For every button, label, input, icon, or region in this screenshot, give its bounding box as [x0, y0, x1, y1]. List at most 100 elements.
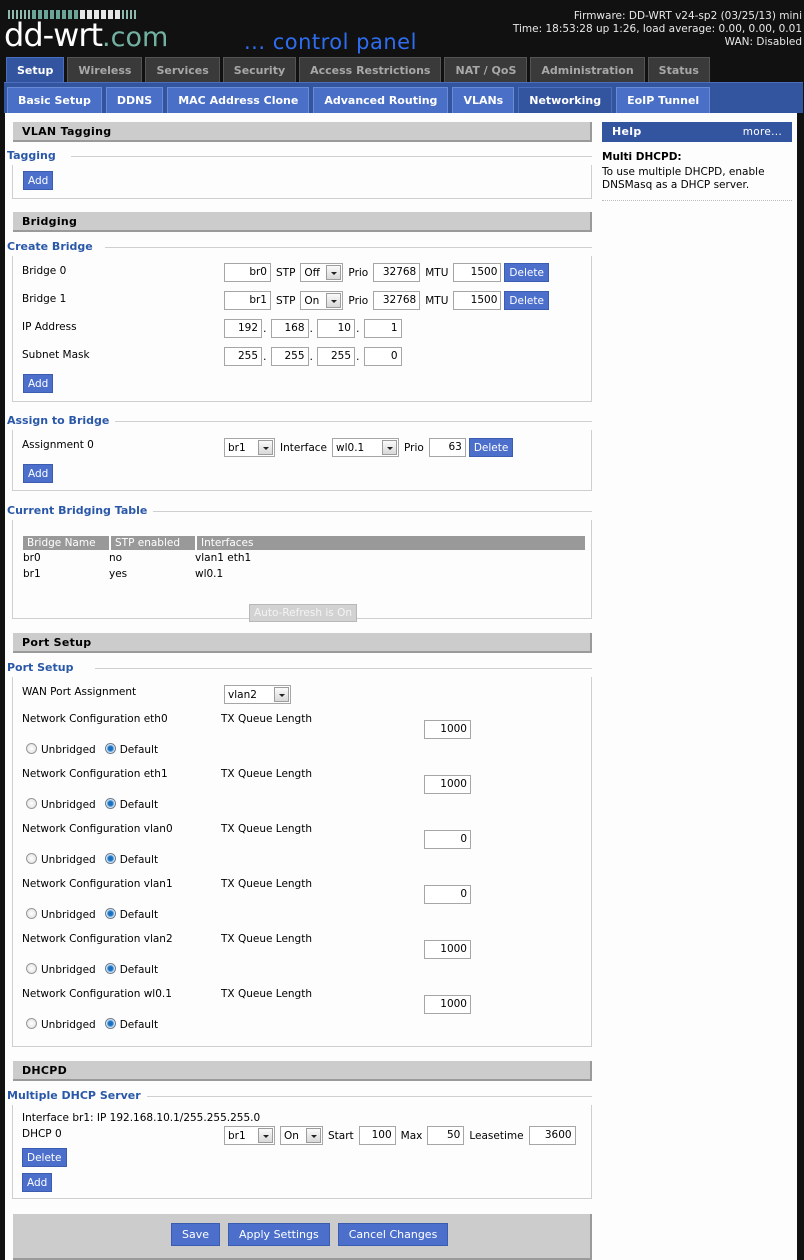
unbridged-radio[interactable]	[26, 798, 37, 809]
subtab-vlans[interactable]: VLANs	[452, 87, 515, 113]
netcfg-wl0-1-mode: Unbridged Default	[26, 1018, 158, 1031]
default-radio[interactable]	[104, 908, 116, 919]
netcfg-eth1-tx-input[interactable]: 1000	[424, 775, 471, 794]
ip-octet-4[interactable]: 1	[363, 319, 402, 338]
help-more-link[interactable]: more...	[743, 122, 782, 142]
subtab-basic-setup[interactable]: Basic Setup	[7, 87, 102, 113]
bridge-1-mtu-input[interactable]: 1500	[453, 291, 502, 310]
dhcp-start-input[interactable]: 100	[358, 1126, 396, 1145]
dhcp-delete-button[interactable]: Delete	[22, 1148, 67, 1167]
tagging-add-button[interactable]: Add	[23, 171, 54, 190]
bridge-0-prio-input[interactable]: 32768	[373, 263, 421, 282]
netcfg-eth1-tx-label: TX Queue Length	[221, 768, 312, 780]
cell-bridge-name: br1	[23, 567, 41, 580]
dhcp-max-input[interactable]: 50	[427, 1126, 465, 1145]
tab-wireless[interactable]: Wireless	[67, 57, 143, 82]
dhcp-leasetime-label: Leasetime	[469, 1129, 524, 1142]
dhcp-leasetime-input[interactable]: 3600	[528, 1126, 576, 1145]
tab-access-restrictions[interactable]: Access Restrictions	[299, 57, 442, 82]
subtab-networking[interactable]: Networking	[518, 87, 613, 113]
bridge-0-stp-select[interactable]: Off	[300, 263, 344, 282]
bridge-1-stp-select[interactable]: On	[300, 291, 344, 310]
unbridged-radio[interactable]	[26, 908, 37, 919]
subtab-eoip-tunnel[interactable]: EoIP Tunnel	[616, 87, 711, 113]
unbridged-radio[interactable]	[26, 743, 37, 754]
mask-octet-1[interactable]: 255	[224, 347, 262, 366]
create-bridge-add-button[interactable]: Add	[23, 374, 54, 393]
bridge-0-label: Bridge 0	[22, 265, 67, 277]
assignment-prio-label: Prio	[404, 441, 424, 454]
tab-setup[interactable]: Setup	[6, 57, 65, 84]
chevron-down-icon	[258, 440, 273, 455]
tab-administration[interactable]: Administration	[530, 57, 645, 82]
bridge-0-mtu-input[interactable]: 1500	[453, 263, 502, 282]
dhcp-add-button[interactable]: Add	[22, 1173, 53, 1192]
dhcp-max-label: Max	[400, 1129, 423, 1142]
assignment-prio-input[interactable]: 63	[428, 438, 466, 457]
bridge-0-name-input[interactable]: br0	[224, 263, 271, 282]
ip-octet-1[interactable]: 192	[224, 319, 262, 338]
dhcp-0-label: DHCP 0	[22, 1128, 62, 1140]
subtab-advanced-routing[interactable]: Advanced Routing	[313, 87, 449, 113]
bridge-1-delete-button[interactable]: Delete	[504, 291, 549, 310]
tab-services[interactable]: Services	[145, 57, 220, 82]
auto-refresh-button[interactable]: Auto-Refresh is On	[249, 604, 357, 622]
firmware-info: Firmware: DD-WRT v24-sp2 (03/25/13) mini…	[513, 10, 802, 49]
chevron-down-icon	[382, 440, 398, 455]
legend-bridging-table: Current Bridging Table	[7, 504, 154, 517]
assignment-interface-select[interactable]: wl0.1	[332, 438, 400, 457]
subtab-mac-address-clone[interactable]: MAC Address Clone	[167, 87, 310, 113]
dhcp-interface-info: Interface br1: IP 192.168.10.1/255.255.2…	[22, 1112, 261, 1124]
default-radio[interactable]	[104, 798, 116, 809]
fieldset-assign-to-bridge: Assign to Bridge Assignment 0 br1 Interf…	[7, 414, 592, 491]
tab-nat-qos[interactable]: NAT / QoS	[444, 57, 528, 82]
default-radio[interactable]	[104, 743, 116, 754]
apply-settings-button[interactable]: Apply Settings	[228, 1223, 330, 1246]
assignment-delete-button[interactable]: Delete	[468, 438, 514, 457]
cell-stp-enabled: yes	[109, 567, 128, 580]
netcfg-vlan0-tx-input[interactable]: 0	[424, 830, 471, 849]
netcfg-vlan1-tx-input[interactable]: 0	[424, 885, 471, 904]
unbridged-radio[interactable]	[26, 963, 37, 974]
section-title-dhcpd: DHCPD	[13, 1061, 592, 1081]
netcfg-wl0-1-tx-label: TX Queue Length	[221, 988, 312, 1000]
subnet-mask-field: 255. 255. 255. 0	[224, 347, 402, 366]
netcfg-eth0-tx-input[interactable]: 1000	[424, 720, 471, 739]
mask-octet-3[interactable]: 255	[317, 347, 355, 366]
ip-octet-2[interactable]: 168	[270, 319, 309, 338]
bridge-0-row: br0 STP Off Prio 32768 MTU 1500 Delete	[224, 263, 549, 282]
netcfg-vlan0-mode: Unbridged Default	[26, 853, 158, 866]
default-radio[interactable]	[104, 1018, 116, 1029]
unbridged-radio[interactable]	[26, 853, 37, 864]
netcfg-wl0-1-tx-input[interactable]: 1000	[424, 995, 471, 1014]
subtab-ddns[interactable]: DDNS	[105, 87, 164, 113]
dhcp-bridge-select[interactable]: br1	[224, 1126, 275, 1145]
mask-octet-2[interactable]: 255	[270, 347, 309, 366]
uptime-info: Time: 18:53:28 up 1:26, load average: 0.…	[512, 23, 802, 35]
bridge-1-name-input[interactable]: br1	[224, 291, 271, 310]
bridge-1-prio-input[interactable]: 32768	[373, 291, 421, 310]
header: dd-wrt.com ... control panel Firmware: D…	[0, 0, 804, 56]
unbridged-radio[interactable]	[26, 1018, 37, 1029]
assign-add-button[interactable]: Add	[23, 464, 54, 483]
chevron-down-icon	[258, 1128, 273, 1143]
netcfg-wl0-1-label: Network Configuration wl0.1	[22, 988, 172, 1000]
netcfg-vlan1-mode: Unbridged Default	[26, 908, 158, 921]
bridge-0-delete-button[interactable]: Delete	[504, 263, 549, 282]
assignment-bridge-select[interactable]: br1	[224, 438, 275, 457]
col-bridge-name: Bridge Name	[23, 536, 109, 550]
default-radio[interactable]	[104, 963, 116, 974]
tab-security[interactable]: Security	[222, 57, 297, 82]
netcfg-vlan1-tx-label: TX Queue Length	[221, 878, 312, 890]
tab-status[interactable]: Status	[647, 57, 710, 82]
save-button[interactable]: Save	[171, 1223, 221, 1246]
ip-octet-3[interactable]: 10	[317, 319, 355, 338]
dhcp-state-select[interactable]: On	[280, 1126, 323, 1145]
default-radio[interactable]	[104, 853, 116, 864]
netcfg-vlan2-tx-input[interactable]: 1000	[424, 940, 471, 959]
legend-multiple-dhcp: Multiple DHCP Server	[7, 1089, 147, 1102]
wan-port-select[interactable]: vlan2	[224, 685, 291, 704]
cancel-changes-button[interactable]: Cancel Changes	[337, 1223, 449, 1246]
mask-octet-4[interactable]: 0	[363, 347, 402, 366]
netcfg-vlan0-label: Network Configuration vlan0	[22, 823, 173, 835]
